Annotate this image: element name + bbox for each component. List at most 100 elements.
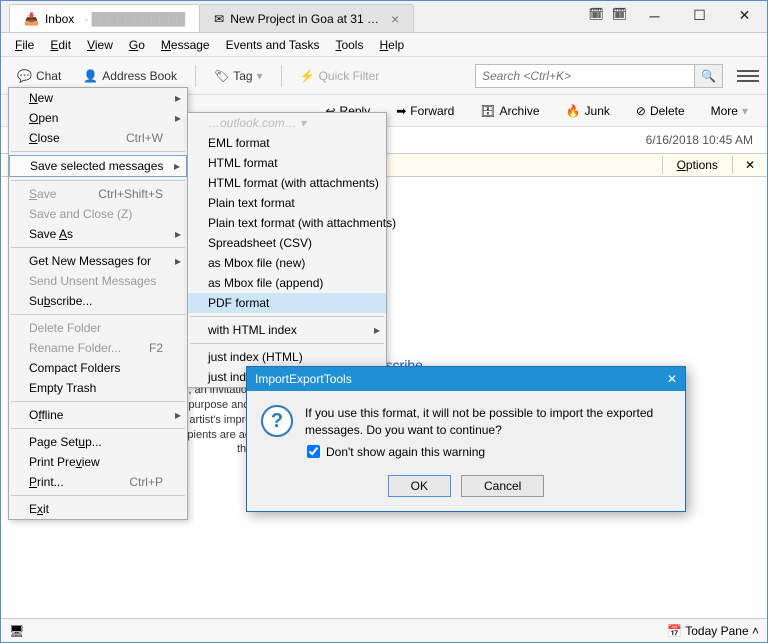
status-left-icon[interactable]: 🖥 bbox=[9, 624, 24, 638]
maximize-button[interactable]: ☐ bbox=[677, 1, 722, 30]
menu-send-unsent: Send Unsent Messages bbox=[9, 271, 187, 291]
close-tab-icon[interactable]: × bbox=[391, 11, 399, 27]
calendar-small-icon: 📅 bbox=[667, 624, 682, 638]
menu-subscribe[interactable]: Subscribe... bbox=[9, 291, 187, 311]
save-selected-submenu: …outlook.com… ▾ EML format HTML format H… bbox=[187, 112, 387, 388]
submenu-csv[interactable]: Spreadsheet (CSV) bbox=[188, 233, 386, 253]
submenu-html-att[interactable]: HTML format (with attachments) bbox=[188, 173, 386, 193]
search-icon: 🔍 bbox=[701, 69, 716, 83]
tab-inbox[interactable]: 📥 Inbox - ███████████ bbox=[9, 4, 200, 32]
menu-get-new[interactable]: Get New Messages for▸ bbox=[9, 251, 187, 271]
chevron-right-icon: ▸ bbox=[175, 111, 181, 125]
menu-save-as[interactable]: Save As▸ bbox=[9, 224, 187, 244]
app-menu-button[interactable] bbox=[737, 70, 759, 82]
separator bbox=[281, 65, 282, 87]
minimize-button[interactable]: ─ bbox=[632, 1, 677, 30]
menu-page-setup[interactable]: Page Setup... bbox=[9, 432, 187, 452]
submenu-pdf[interactable]: PDF format bbox=[188, 293, 386, 313]
quickfilter-button[interactable]: ⚡Quick Filter bbox=[292, 65, 388, 87]
dialog-message: If you use this format, it will not be p… bbox=[305, 405, 671, 439]
today-pane-button[interactable]: 📅 Today Pane ˄ bbox=[667, 624, 759, 638]
options-button[interactable]: Options bbox=[662, 156, 733, 174]
chevron-up-icon: ˄ bbox=[752, 624, 759, 638]
tab-inbox-label: Inbox bbox=[45, 12, 74, 26]
submenu-index-html[interactable]: just index (HTML) bbox=[188, 347, 386, 367]
menubar: File Edit View Go Message Events and Tas… bbox=[1, 33, 767, 57]
menu-new[interactable]: New▸ bbox=[9, 88, 187, 108]
menu-save-selected[interactable]: Save selected messages▸ bbox=[9, 155, 187, 177]
tab-message[interactable]: ✉ New Project in Goa at 31 … × bbox=[199, 4, 414, 32]
menu-compact[interactable]: Compact Folders bbox=[9, 358, 187, 378]
chevron-right-icon: ▸ bbox=[374, 323, 380, 337]
dialog-titlebar: ImportExportTools ✕ bbox=[247, 367, 685, 391]
tag-button[interactable]: 🏷Tag▾ bbox=[206, 65, 271, 87]
menu-close[interactable]: CloseCtrl+W bbox=[9, 128, 187, 148]
submenu-plain[interactable]: Plain text format bbox=[188, 193, 386, 213]
inbox-icon: 📥 bbox=[24, 12, 39, 26]
menu-file[interactable]: File bbox=[7, 35, 42, 55]
menu-offline[interactable]: Offline▸ bbox=[9, 405, 187, 425]
menu-print-preview[interactable]: Print Preview bbox=[9, 452, 187, 472]
menu-edit[interactable]: Edit bbox=[42, 35, 79, 55]
submenu-mbox-new[interactable]: as Mbox file (new) bbox=[188, 253, 386, 273]
separator bbox=[195, 65, 196, 87]
submenu-with-index[interactable]: with HTML index▸ bbox=[188, 320, 386, 340]
search-input[interactable] bbox=[475, 64, 695, 88]
dont-show-label: Don't show again this warning bbox=[326, 445, 485, 459]
cancel-button[interactable]: Cancel bbox=[461, 475, 544, 497]
submenu-html[interactable]: HTML format bbox=[188, 153, 386, 173]
chat-button[interactable]: 💬Chat bbox=[9, 65, 69, 87]
junk-icon: 🔥 bbox=[566, 104, 581, 118]
chevron-right-icon: ▸ bbox=[174, 159, 180, 173]
chevron-right-icon: ▸ bbox=[175, 91, 181, 105]
window-controls: ─ ☐ ✕ bbox=[632, 1, 767, 30]
chevron-right-icon: ▸ bbox=[175, 254, 181, 268]
forward-icon: ➡ bbox=[396, 104, 406, 118]
menu-view[interactable]: View bbox=[79, 35, 121, 55]
confirm-dialog: ImportExportTools ✕ ? If you use this fo… bbox=[246, 366, 686, 512]
tasks-icon[interactable]: 🗓 bbox=[612, 7, 627, 21]
dialog-title: ImportExportTools bbox=[255, 372, 352, 386]
close-window-button[interactable]: ✕ bbox=[722, 1, 767, 30]
menu-delete-folder: Delete Folder bbox=[9, 318, 187, 338]
dialog-close-icon[interactable]: ✕ bbox=[667, 372, 677, 386]
addressbook-icon: 👤 bbox=[83, 69, 98, 83]
menu-help[interactable]: Help bbox=[371, 35, 412, 55]
submenu-outlook: …outlook.com… ▾ bbox=[188, 113, 386, 133]
submenu-plain-att[interactable]: Plain text format (with attachments) bbox=[188, 213, 386, 233]
delete-button[interactable]: ⊘Delete bbox=[625, 99, 696, 123]
archive-button[interactable]: 🗄Archive bbox=[469, 99, 550, 123]
envelope-icon: ✉ bbox=[214, 12, 224, 26]
menu-open[interactable]: Open▸ bbox=[9, 108, 187, 128]
menu-save: SaveCtrl+Shift+S bbox=[9, 184, 187, 204]
submenu-eml[interactable]: EML format bbox=[188, 133, 386, 153]
filter-icon: ⚡ bbox=[300, 69, 315, 83]
delete-icon: ⊘ bbox=[636, 104, 646, 118]
submenu-mbox-append[interactable]: as Mbox file (append) bbox=[188, 273, 386, 293]
more-button[interactable]: More▾ bbox=[700, 99, 759, 123]
chevron-right-icon: ▸ bbox=[175, 408, 181, 422]
addressbook-button[interactable]: 👤Address Book bbox=[75, 65, 185, 87]
menu-exit[interactable]: Exit bbox=[9, 499, 187, 519]
chevron-right-icon: ▸ bbox=[175, 227, 181, 241]
chevron-down-icon: ▾ bbox=[742, 104, 748, 118]
menu-go[interactable]: Go bbox=[121, 35, 153, 55]
tag-icon: 🏷 bbox=[214, 69, 229, 83]
statusbar: 🖥 📅 Today Pane ˄ bbox=[1, 618, 767, 642]
dont-show-checkbox[interactable] bbox=[307, 445, 320, 458]
menu-print[interactable]: Print...Ctrl+P bbox=[9, 472, 187, 492]
titlebar-icons: 🗓 🗓 bbox=[589, 7, 627, 21]
ok-button[interactable]: OK bbox=[388, 475, 451, 497]
search-button[interactable]: 🔍 bbox=[695, 64, 723, 88]
close-bar-button[interactable]: ✕ bbox=[733, 156, 767, 174]
menu-message[interactable]: Message bbox=[153, 35, 218, 55]
menu-events[interactable]: Events and Tasks bbox=[218, 35, 328, 55]
menu-empty-trash[interactable]: Empty Trash bbox=[9, 378, 187, 398]
calendar-icon[interactable]: 🗓 bbox=[589, 7, 604, 21]
tab-inbox-account: - ███████████ bbox=[84, 12, 185, 26]
menu-tools[interactable]: Tools bbox=[327, 35, 371, 55]
question-icon: ? bbox=[261, 405, 293, 437]
forward-button[interactable]: ➡Forward bbox=[385, 99, 465, 123]
tab-message-label: New Project in Goa at 31 … bbox=[230, 12, 379, 26]
junk-button[interactable]: 🔥Junk bbox=[555, 99, 621, 123]
